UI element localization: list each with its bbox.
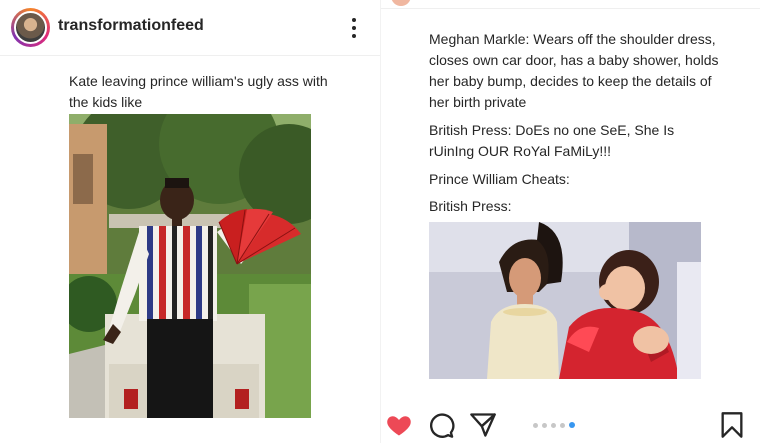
post-photo-two-people (429, 222, 701, 379)
carousel-dot (560, 422, 565, 428)
carousel-dot (533, 422, 538, 428)
avatar-edge (391, 0, 411, 6)
carousel-dot-active (569, 422, 575, 428)
comment-icon[interactable] (427, 411, 455, 439)
bookmark-icon[interactable] (718, 411, 746, 439)
left-post: transformationfeed Kate leaving prince w… (0, 0, 380, 443)
profile-avatar-ring[interactable] (11, 8, 50, 47)
avatar[interactable] (14, 11, 47, 44)
right-post: Meghan Markle: Wears off the shoulder dr… (381, 0, 760, 443)
action-bar (381, 405, 760, 443)
carousel-indicator (533, 422, 575, 428)
post-caption: Kate leaving prince william's ugly ass w… (69, 73, 328, 110)
heart-icon[interactable] (385, 411, 413, 439)
carousel-dot (542, 422, 547, 428)
more-options-icon[interactable] (346, 16, 362, 40)
paper-plane-icon[interactable] (469, 411, 497, 439)
post-photo-person-with-fan (69, 114, 311, 418)
post-text-paragraph: British Press: DoEs no one SeE, She Is r… (429, 122, 675, 159)
post-text-paragraph: British Press: (429, 198, 512, 214)
previous-post-edge (381, 0, 760, 9)
post-header: transformationfeed (0, 0, 380, 56)
username[interactable]: transformationfeed (58, 17, 204, 35)
carousel-dot (551, 422, 556, 428)
post-text-paragraph: Meghan Markle: Wears off the shoulder dr… (429, 31, 719, 110)
post-text-paragraph: Prince William Cheats: (429, 171, 570, 187)
